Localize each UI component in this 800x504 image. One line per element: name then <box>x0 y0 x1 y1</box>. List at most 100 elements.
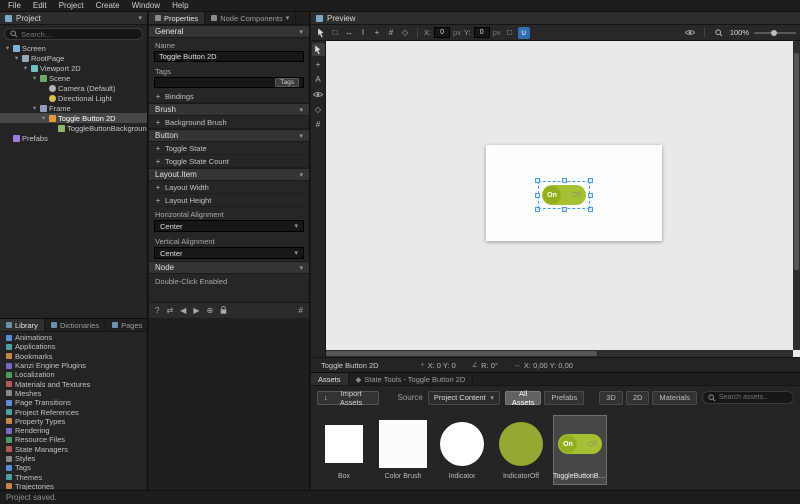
expander-icon[interactable]: ▾ <box>22 64 29 72</box>
canvas-vertical-scrollbar[interactable] <box>793 41 800 350</box>
x-field[interactable]: 0 <box>434 27 450 38</box>
artboard[interactable]: On Off <box>486 145 662 241</box>
expander-icon[interactable]: ▾ <box>4 44 11 52</box>
toggle-button-graphic[interactable]: On Off <box>542 185 586 205</box>
pin-icon[interactable]: ⊕ <box>206 306 213 315</box>
add-background-brush-row[interactable]: + Background Brush <box>149 116 309 129</box>
marquee-icon[interactable]: □ <box>329 27 341 39</box>
library-item-page-transitions[interactable]: Page Transitions <box>0 398 147 407</box>
filter-all-assets[interactable]: All Assets <box>505 391 542 405</box>
wireframe-tool-icon[interactable]: ◇ <box>312 103 325 116</box>
zoom-icon[interactable] <box>713 27 725 39</box>
library-item-resource-files[interactable]: Resource Files <box>0 435 147 444</box>
library-item-applications[interactable]: Applications <box>0 342 147 351</box>
tree-item-frame[interactable]: ▾ Frame <box>0 103 147 113</box>
library-item-styles[interactable]: Styles <box>0 454 147 463</box>
magnet-icon[interactable]: ∪ <box>518 27 530 39</box>
library-item-project-references[interactable]: Project References <box>0 407 147 416</box>
asset-indicator[interactable]: Indicator <box>435 415 489 485</box>
library-item-animations[interactable]: Animations <box>0 333 147 342</box>
library-item-meshes[interactable]: Meshes <box>0 389 147 398</box>
name-input[interactable] <box>159 52 299 61</box>
visibility-tool-icon[interactable] <box>312 88 325 101</box>
selection-handle-e[interactable] <box>588 193 593 198</box>
select-tool-icon[interactable] <box>315 27 327 39</box>
tags-input[interactable] <box>159 78 275 87</box>
add-bindings-row[interactable]: + Bindings <box>149 90 309 103</box>
back-icon[interactable]: ◀ <box>180 306 186 315</box>
width-tool-icon[interactable]: ↔ <box>343 27 355 39</box>
expander-icon[interactable]: ▾ <box>31 104 38 112</box>
selection-handle-nw[interactable] <box>535 178 540 183</box>
ruler-icon[interactable]: □ <box>504 27 516 39</box>
preview-canvas[interactable]: On Off <box>326 41 800 357</box>
text-tool-icon[interactable]: A <box>312 73 325 86</box>
selection-handle-ne[interactable] <box>588 178 593 183</box>
library-item-bookmarks[interactable]: Bookmarks <box>0 352 147 361</box>
lock-icon[interactable] <box>220 306 227 315</box>
library-item-materials-and-textures[interactable]: Materials and Textures <box>0 379 147 388</box>
grid-tool-icon[interactable]: # <box>312 118 325 131</box>
visibility-icon[interactable] <box>684 27 696 39</box>
filter-3d[interactable]: 3D <box>599 391 623 405</box>
move-tool-icon[interactable]: + <box>371 27 383 39</box>
forward-icon[interactable]: ▶ <box>193 306 199 315</box>
y-field[interactable]: 0 <box>474 27 490 38</box>
section-node[interactable]: Node ▾ <box>149 261 309 274</box>
snap-object-icon[interactable]: ◇ <box>399 27 411 39</box>
pan-tool-icon[interactable]: + <box>312 58 325 71</box>
zoom-slider-thumb[interactable] <box>771 30 777 36</box>
project-panel-header[interactable]: Project ▾ <box>0 12 147 25</box>
assets-search-input[interactable] <box>719 394 788 401</box>
filter-materials[interactable]: Materials <box>652 391 696 405</box>
asset-color-brush[interactable]: Color Brush <box>376 415 430 485</box>
project-search-input[interactable] <box>21 30 137 39</box>
menu-file[interactable]: File <box>2 1 27 10</box>
canvas-horizontal-scrollbar[interactable] <box>326 350 793 357</box>
asset-box[interactable]: Box <box>317 415 371 485</box>
zoom-slider[interactable] <box>754 32 796 34</box>
tree-item-toggle-button-2d[interactable]: ▾ Toggle Button 2D <box>0 113 147 123</box>
snap-grid-icon[interactable]: # <box>385 27 397 39</box>
horizontal-alignment-select[interactable]: Center ▾ <box>154 220 304 232</box>
add-layout-width-row[interactable]: + Layout Width <box>149 181 309 194</box>
library-item-localization[interactable]: Localization <box>0 370 147 379</box>
scrollbar-thumb[interactable] <box>326 351 597 356</box>
filter-prefabs[interactable]: Prefabs <box>544 391 584 405</box>
expander-icon[interactable]: ▾ <box>13 54 20 62</box>
add-toggle-state-row[interactable]: + Toggle State <box>149 142 309 155</box>
selection-handle-se[interactable] <box>588 207 593 212</box>
tab-assets[interactable]: Assets <box>311 373 349 385</box>
section-layout-item[interactable]: Layout.Item ▾ <box>149 168 309 181</box>
section-brush[interactable]: Brush ▾ <box>149 103 309 116</box>
tree-item-screen[interactable]: ▾ Screen <box>0 43 147 53</box>
vertical-alignment-select[interactable]: Center ▾ <box>154 247 304 259</box>
toggle-button-node[interactable]: On Off <box>542 185 586 205</box>
project-search-box[interactable] <box>4 28 143 40</box>
section-button[interactable]: Button ▾ <box>149 129 309 142</box>
selection-handle-n[interactable] <box>562 178 567 183</box>
tab-dictionaries[interactable]: Dictionaries <box>45 319 106 331</box>
library-item-state-managers[interactable]: State Managers <box>0 445 147 454</box>
zoom-level[interactable]: 100% <box>730 28 749 37</box>
selection-handle-s[interactable] <box>562 207 567 212</box>
tab-library[interactable]: Library <box>0 319 45 331</box>
tab-state-tools-toggle-button-2d[interactable]: ◆ State Tools - Toggle Button 2D <box>349 373 474 385</box>
source-select[interactable]: Project Content ▾ <box>428 391 500 405</box>
assets-search-box[interactable] <box>702 391 794 404</box>
section-general[interactable]: General ▾ <box>149 25 309 38</box>
tree-item-togglebuttonbackground[interactable]: ToggleButtonBackground <box>0 123 147 133</box>
menu-window[interactable]: Window <box>126 1 166 10</box>
filter-2d[interactable]: 2D <box>626 391 650 405</box>
preview-panel-header[interactable]: Preview <box>311 12 800 25</box>
asset-togglebuttonbac[interactable]: On Off ToggleButtonBac... <box>553 415 607 485</box>
tree-item-rootpage[interactable]: ▾ RootPage <box>0 53 147 63</box>
chevron-down-icon[interactable]: ▾ <box>138 14 142 22</box>
import-assets-button[interactable]: ↓ Import Assets <box>317 391 379 405</box>
scrollbar-thumb[interactable] <box>794 53 799 269</box>
add-layout-height-row[interactable]: + Layout Height <box>149 194 309 207</box>
tree-item-directional-light[interactable]: Directional Light <box>0 93 147 103</box>
tab-node-components[interactable]: Node Components ▾ <box>205 12 296 24</box>
tree-item-prefabs[interactable]: Prefabs <box>0 133 147 143</box>
tab-pages[interactable]: Pages <box>106 319 149 331</box>
